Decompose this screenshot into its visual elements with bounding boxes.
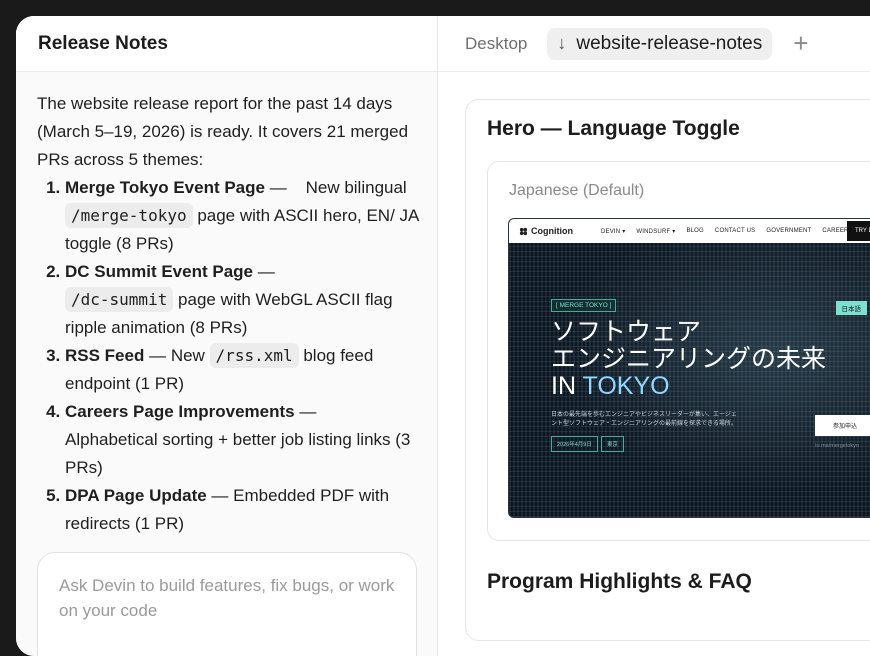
separator: — (144, 346, 171, 365)
item-text: New bilingual (305, 178, 407, 197)
item-title: DC Summit Event Page (65, 262, 253, 281)
theme-list: Merge Tokyo Event Page — New bilingual /… (37, 174, 422, 538)
heading-line: IN TOKYO (551, 373, 826, 400)
hero-subtext: 日本の最先端を歩むエンジニアやビジネスリーダーが集い、エージェント型ソフトウェア… (551, 412, 737, 427)
card-label: Japanese (Default) (509, 182, 645, 199)
separator: — (264, 178, 292, 197)
separator: — (294, 402, 317, 421)
code-path: /dc-summit (65, 287, 174, 312)
list-item: Merge Tokyo Event Page — New bilingual /… (65, 174, 422, 258)
list-item: DPA Page Update — Embedded PDF with redi… (65, 482, 422, 538)
heading-tokyo: TOKYO (582, 372, 670, 400)
heading-in: IN (551, 372, 583, 400)
tab-desktop[interactable]: Desktop (465, 34, 527, 54)
item-title: Careers Page Improvements (65, 402, 295, 421)
assistant-message: The website release report for the past … (37, 90, 422, 538)
date-pill: 2026年4月9日 (551, 436, 598, 452)
nav-item: DEVIN ▾ (601, 228, 626, 235)
chat-panel: Release Notes The website release report… (16, 16, 438, 656)
tab-bar: Desktop ↓ website-release-notes + (438, 16, 870, 71)
item-title: Merge Tokyo Event Page (65, 178, 265, 197)
nav-item: GOVERNMENT (766, 227, 812, 234)
screenshot-card: Japanese (Default) Cognition DEVIN ▾ WIN… (487, 161, 870, 541)
hero-tag: [ MERGE TOKYO ] (551, 299, 617, 312)
preview-nav-items: DEVIN ▾ WINDSURF ▾ BLOG CONTACT US GOVER… (601, 228, 853, 235)
heading-line: エンジニアリングの未来 (551, 345, 827, 373)
website-screenshot: Cognition DEVIN ▾ WINDSURF ▾ BLOG CONTAC… (508, 218, 870, 518)
document-preview: Hero — Language Toggle Japanese (Default… (465, 99, 870, 641)
section-title: Program Highlights & FAQ (487, 570, 752, 593)
separator: — (206, 486, 234, 505)
logo-text: Cognition (531, 226, 573, 236)
nav-item: WINDSURF ▾ (636, 228, 676, 235)
arrow-down-icon: ↓ (557, 33, 567, 53)
divider (438, 71, 870, 72)
tab-website-release-notes[interactable]: ↓ website-release-notes (547, 27, 773, 60)
chat-input[interactable]: Ask Devin to build features, fix bugs, o… (37, 552, 417, 656)
app-window: Release Notes The website release report… (16, 16, 870, 656)
item-title: DPA Page Update (65, 486, 207, 505)
code-path: /rss.xml (209, 343, 299, 368)
hero-heading: ソフトウェア エンジニアリングの未来 IN TOKYO (551, 319, 826, 400)
language-toggle: 日本語 (835, 301, 867, 315)
nav-item: BLOG (686, 227, 704, 234)
preview-navbar: Cognition DEVIN ▾ WINDSURF ▾ BLOG CONTAC… (509, 219, 870, 243)
logo-icon (519, 227, 528, 235)
list-item: RSS Feed — New /rss.xml blog feed endpoi… (65, 342, 422, 398)
list-item: Careers Page Improvements — Alphabetical… (65, 398, 422, 482)
tab-label: website-release-notes (576, 32, 763, 54)
heading-line: ソフトウェア (551, 318, 702, 346)
panel-title: Release Notes (38, 32, 168, 54)
message-intro: The website release report for the past … (37, 94, 409, 169)
add-tab-icon[interactable]: + (793, 28, 808, 59)
separator: — (253, 262, 275, 281)
chat-header: Release Notes (16, 16, 437, 72)
item-title: RSS Feed (65, 346, 145, 365)
register-button: 参加申込 (815, 415, 870, 436)
item-text: New (170, 346, 210, 365)
location-pill: 東京 (601, 436, 625, 452)
event-url: lu.ma/mergetokyo (815, 443, 859, 449)
section-title: Hero — Language Toggle (487, 117, 740, 140)
cognition-logo: Cognition (519, 226, 573, 236)
item-text: Alphabetical sorting + better job listin… (65, 430, 411, 477)
list-item: DC Summit Event Page — /dc-summit page w… (65, 258, 422, 342)
nav-item: CONTACT US (714, 227, 756, 234)
code-path: /merge-tokyo (65, 203, 193, 228)
try-devin-button: TRY DEVIN (847, 221, 870, 241)
